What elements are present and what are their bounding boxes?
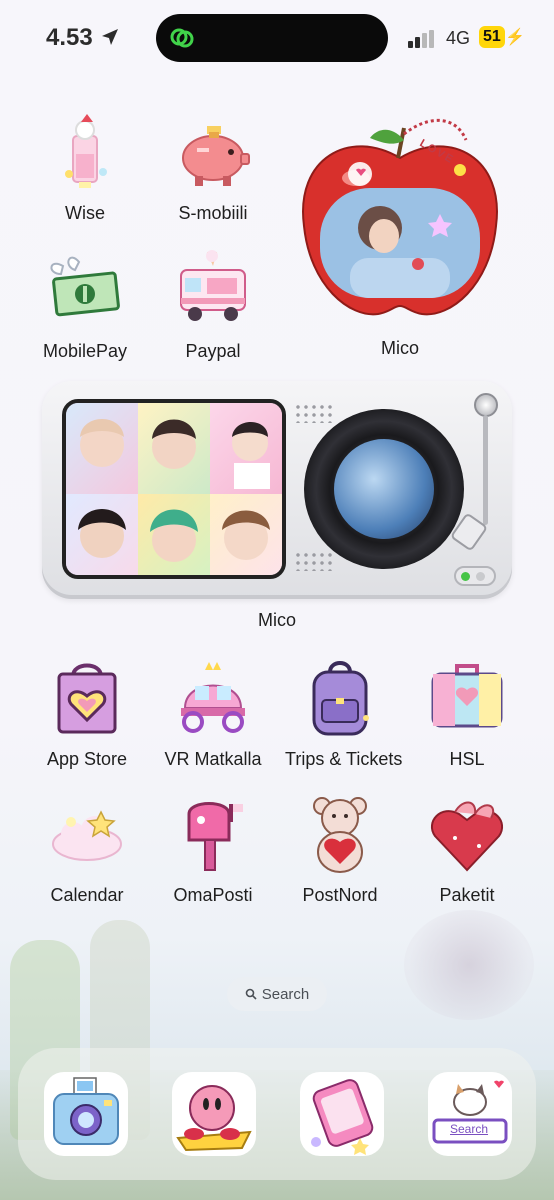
photo [222,510,270,560]
flying-money-icon [50,256,120,317]
dock: Search [18,1048,536,1180]
photo-cell [138,494,210,575]
app-label: MobilePay [42,341,128,361]
backpack-icon [312,661,369,736]
power-led [461,572,470,581]
kirby-icon [176,1085,252,1152]
app-mobilepay[interactable]: MobilePay [30,248,140,362]
battery-level: 51 [479,26,505,48]
camera-icon [53,1077,119,1145]
photo [78,509,126,558]
app-label: Paypal [185,341,241,361]
dock-app-kirby[interactable] [172,1072,256,1156]
suitcase-icon [431,664,503,728]
apple-frame-photo [302,119,498,316]
photo-cell [66,494,138,575]
app-vr-matkalla[interactable]: VR Matkalla [158,656,268,770]
piggy-bank-icon [182,126,250,186]
photo [80,419,124,467]
app-label: OmaPosti [173,885,253,905]
status-bar: 4.53 4G 51 ⚡ [0,0,554,76]
widget-label: Mico [380,338,419,358]
ice-cream-truck-icon [180,250,246,321]
strawberry-drink-icon [65,114,107,188]
photo [152,419,196,469]
tonearm-pivot [474,393,498,417]
app-app-store[interactable]: App Store [32,656,142,770]
vinyl-record [304,409,464,569]
dock-app-camera[interactable] [44,1072,128,1156]
mico-record-player-widget[interactable] [42,381,512,599]
dock-app-phone[interactable] [300,1072,384,1156]
cat-search-icon [432,1080,508,1144]
app-label: Calendar [50,885,124,905]
cloud-star-icon [52,810,122,861]
spotlight-search-button[interactable]: Search [227,977,327,1011]
charging-icon: ⚡ [505,29,525,46]
app-paketit[interactable]: Paketit [412,792,522,906]
widget-label: Mico [257,610,296,630]
heart-gift-icon [431,801,503,872]
photo-cell [210,494,282,575]
app-label: App Store [46,749,128,769]
tonearm [483,415,488,525]
record-label-photo [334,439,434,539]
mico-apple-widget[interactable]: Mico LOVE [300,118,500,358]
app-label: Trips & Tickets [285,749,403,769]
speaker-grille [294,551,334,571]
mailbox-icon [187,802,243,871]
app-paypal[interactable]: Paypal [158,248,268,362]
network-type: 4G [446,28,471,48]
app-label: Paketit [439,885,495,905]
app-label: Wise [65,203,105,223]
app-wise[interactable]: Wise [30,110,140,224]
power-led-off [476,572,485,581]
photo-cell [138,403,210,494]
carriage-icon [181,662,245,733]
cat-search-text: Search [450,1122,489,1136]
dock-app-cat-search[interactable]: Search [428,1072,512,1156]
photo [232,422,270,489]
app-label: HSL [449,749,485,769]
app-s-mobiili[interactable]: S-mobiili [158,110,268,224]
app-label: PostNord [302,885,378,905]
app-label: S-mobiili [178,203,248,223]
search-label: Search [261,985,310,1003]
heart-bag-icon [57,663,117,734]
app-activity-icon [170,28,194,48]
app-calendar[interactable]: Calendar [32,792,142,906]
location-arrow-icon [102,29,118,45]
clock-time: 4.53 [46,24,93,51]
photo-cell [66,403,138,494]
pink-phone-icon [311,1079,374,1155]
teddy-bear-icon [313,797,367,873]
app-trips-tickets[interactable]: Trips & Tickets [285,656,403,770]
wallpaper-flower [404,910,534,1020]
app-omaposti[interactable]: OmaPosti [158,792,268,906]
speaker-grille [294,403,334,423]
photo-grid [62,399,286,579]
photo-cell [210,403,282,494]
app-hsl[interactable]: HSL [412,656,522,770]
app-postnord[interactable]: PostNord [285,792,395,906]
dynamic-island[interactable] [156,14,388,62]
power-switch [454,566,496,586]
app-label: VR Matkalla [164,749,262,769]
photo [150,509,198,562]
signal-icon [408,30,434,48]
magnifier-icon [245,988,257,1000]
